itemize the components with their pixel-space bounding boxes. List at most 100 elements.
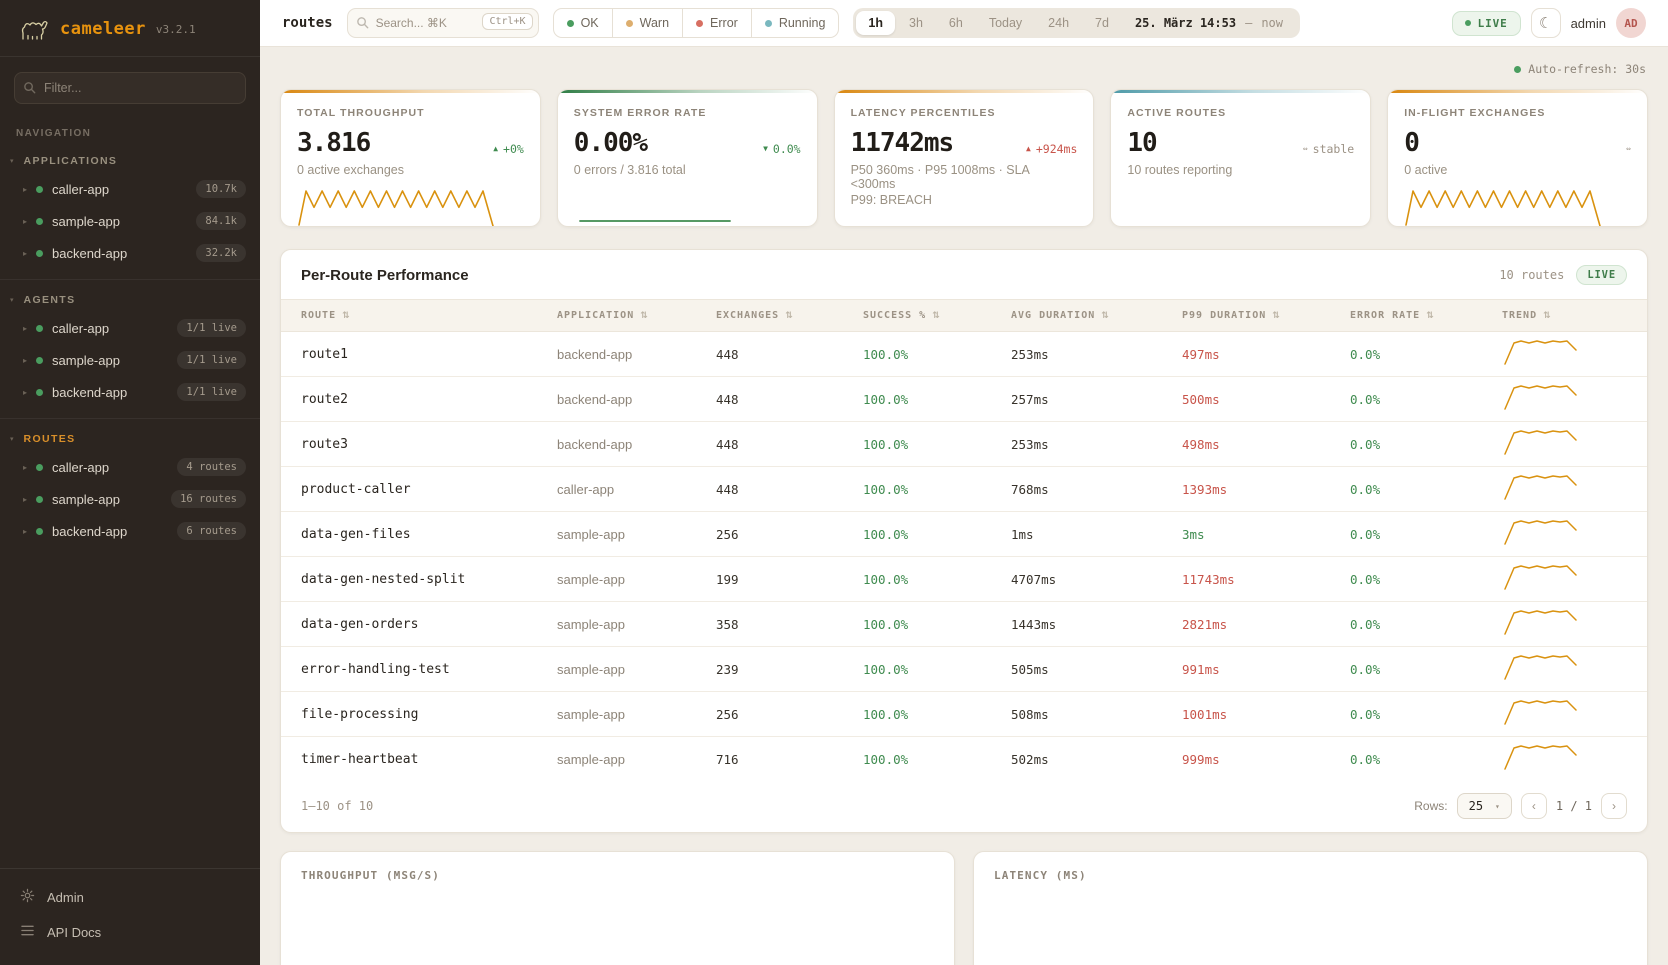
table-row[interactable]: route1backend-app448100.0%253ms497ms0.0% [281, 332, 1647, 377]
sidebar-item-backend-app[interactable]: ▸backend-app6 routes [0, 515, 260, 547]
pagination-range: 1–10 of 10 [301, 799, 373, 813]
table-body: route1backend-app448100.0%253ms497ms0.0%… [281, 332, 1647, 782]
sidebar-item-backend-app[interactable]: ▸backend-app32.2k [0, 237, 260, 269]
next-page-button[interactable]: › [1601, 793, 1627, 819]
menu-icon [20, 924, 35, 940]
table-row[interactable]: error-handling-testsample-app239100.0%50… [281, 647, 1647, 692]
avatar[interactable]: AD [1616, 8, 1646, 38]
sidebar-section-routes: ▾ROUTES▸caller-app4 routes▸sample-app16 … [0, 418, 260, 555]
item-badge: 32.2k [196, 244, 246, 262]
error-rate-value: 0.0% [1350, 482, 1502, 497]
kpi-delta: ▼0.0% [763, 142, 801, 156]
table-row[interactable]: data-gen-orderssample-app358100.0%1443ms… [281, 602, 1647, 647]
dark-mode-toggle[interactable]: ☾ [1531, 8, 1561, 38]
date-range[interactable]: 25. März 14:53 — now [1123, 16, 1297, 30]
route-name: route1 [301, 347, 557, 362]
kpi-accent-bar [1111, 90, 1370, 93]
table-row[interactable]: data-gen-nested-splitsample-app199100.0%… [281, 557, 1647, 602]
chevron-right-icon: › [1612, 799, 1616, 813]
application-name: backend-app [557, 347, 716, 362]
time-range-today[interactable]: Today [977, 11, 1034, 35]
kpi-subtitle-2: P99: BREACH [851, 193, 1078, 207]
table-live-badge: LIVE [1576, 265, 1627, 285]
table-row[interactable]: route3backend-app448100.0%253ms498ms0.0% [281, 422, 1647, 467]
sidebar-footer-admin[interactable]: Admin [0, 879, 260, 915]
time-range-7d[interactable]: 7d [1083, 11, 1121, 35]
section-header-applications[interactable]: ▾APPLICATIONS [0, 151, 260, 173]
column-header-exchanges[interactable]: EXCHANGES⇅ [716, 300, 863, 331]
sidebar-footer-api-docs[interactable]: API Docs [0, 915, 260, 949]
trend-sparkline [1502, 561, 1627, 598]
success-value: 100.0% [863, 662, 1011, 677]
status-filter-ok[interactable]: OK [553, 8, 613, 38]
column-header-p99-duration[interactable]: P99 DURATION⇅ [1182, 300, 1350, 331]
chevron-down-icon: ▾ [10, 435, 14, 443]
rows-per-page-select[interactable]: 25 ▾ [1457, 793, 1512, 819]
trend-sparkline [1502, 336, 1627, 373]
app-name: cameleer [60, 19, 146, 39]
status-filter-error[interactable]: Error [682, 8, 752, 38]
route-name: route2 [301, 392, 557, 407]
success-value: 100.0% [863, 527, 1011, 542]
status-dot-icon [36, 325, 43, 332]
chart-title: LATENCY (MS) [994, 869, 1627, 882]
kpi-subtitle: 10 routes reporting [1127, 163, 1354, 177]
time-range-24h[interactable]: 24h [1036, 11, 1081, 35]
time-range-3h[interactable]: 3h [897, 11, 935, 35]
column-header-route[interactable]: ROUTE⇅ [301, 300, 557, 331]
table-row[interactable]: timer-heartbeatsample-app716100.0%502ms9… [281, 737, 1647, 782]
sidebar-item-caller-app[interactable]: ▸caller-app4 routes [0, 451, 260, 483]
section-header-agents[interactable]: ▾AGENTS [0, 290, 260, 312]
trend-sparkline [1502, 426, 1627, 463]
rows-label: Rows: [1414, 799, 1447, 813]
table-row[interactable]: file-processingsample-app256100.0%508ms1… [281, 692, 1647, 737]
table-row[interactable]: route2backend-app448100.0%257ms500ms0.0% [281, 377, 1647, 422]
application-name: sample-app [557, 752, 716, 767]
sidebar-item-sample-app[interactable]: ▸sample-app16 routes [0, 483, 260, 515]
avg-duration-value: 768ms [1011, 482, 1182, 497]
status-dot-icon [567, 20, 574, 27]
section-header-routes[interactable]: ▾ROUTES [0, 429, 260, 451]
kpi-value: 11742ms [851, 128, 954, 158]
route-name: error-handling-test [301, 662, 557, 677]
column-header-trend[interactable]: TREND⇅ [1502, 300, 1627, 331]
time-range-1h[interactable]: 1h [856, 11, 895, 35]
kpi-system-error-rate: SYSTEM ERROR RATE0.00%▼0.0%0 errors / 3.… [557, 89, 818, 227]
sidebar-item-caller-app[interactable]: ▸caller-app10.7k [0, 173, 260, 205]
column-header-avg-duration[interactable]: AVG DURATION⇅ [1011, 300, 1182, 331]
filter-input[interactable] [14, 72, 246, 104]
column-header-success[interactable]: SUCCESS %⇅ [863, 300, 1011, 331]
column-header-application[interactable]: APPLICATION⇅ [557, 300, 716, 331]
status-filter-running[interactable]: Running [751, 8, 840, 38]
kpi-subtitle: 0 active exchanges [297, 163, 524, 177]
sidebar-item-caller-app[interactable]: ▸caller-app1/1 live [0, 312, 260, 344]
avg-duration-value: 257ms [1011, 392, 1182, 407]
prev-page-button[interactable]: ‹ [1521, 793, 1547, 819]
status-dot-icon [36, 357, 43, 364]
sidebar-footer: AdminAPI Docs [0, 868, 260, 965]
kpi-accent-bar [1388, 90, 1647, 93]
column-header-error-rate[interactable]: ERROR RATE⇅ [1350, 300, 1502, 331]
item-badge: 6 routes [177, 522, 246, 540]
sidebar-item-sample-app[interactable]: ▸sample-app1/1 live [0, 344, 260, 376]
navigation-label: NAVIGATION [0, 108, 260, 143]
item-badge: 1/1 live [177, 351, 246, 369]
kpi-row: TOTAL THROUGHPUT3.816▲+0%0 active exchan… [280, 89, 1648, 227]
time-range-6h[interactable]: 6h [937, 11, 975, 35]
table-row[interactable]: product-callercaller-app448100.0%768ms13… [281, 467, 1647, 512]
sidebar-item-backend-app[interactable]: ▸backend-app1/1 live [0, 376, 260, 408]
route-name: timer-heartbeat [301, 752, 557, 767]
success-value: 100.0% [863, 752, 1011, 767]
p99-duration-value: 3ms [1182, 527, 1350, 542]
kpi-value: 0 [1404, 128, 1419, 158]
table-row[interactable]: data-gen-filessample-app256100.0%1ms3ms0… [281, 512, 1647, 557]
status-dot-icon [36, 528, 43, 535]
error-rate-value: 0.0% [1350, 572, 1502, 587]
rows-value: 25 [1469, 799, 1483, 813]
status-filter-warn[interactable]: Warn [612, 8, 683, 38]
kpi-title: LATENCY PERCENTILES [851, 107, 1078, 119]
trend-sparkline [1502, 741, 1627, 778]
live-badge[interactable]: LIVE [1452, 11, 1521, 36]
sidebar-item-sample-app[interactable]: ▸sample-app84.1k [0, 205, 260, 237]
route-name: file-processing [301, 707, 557, 722]
